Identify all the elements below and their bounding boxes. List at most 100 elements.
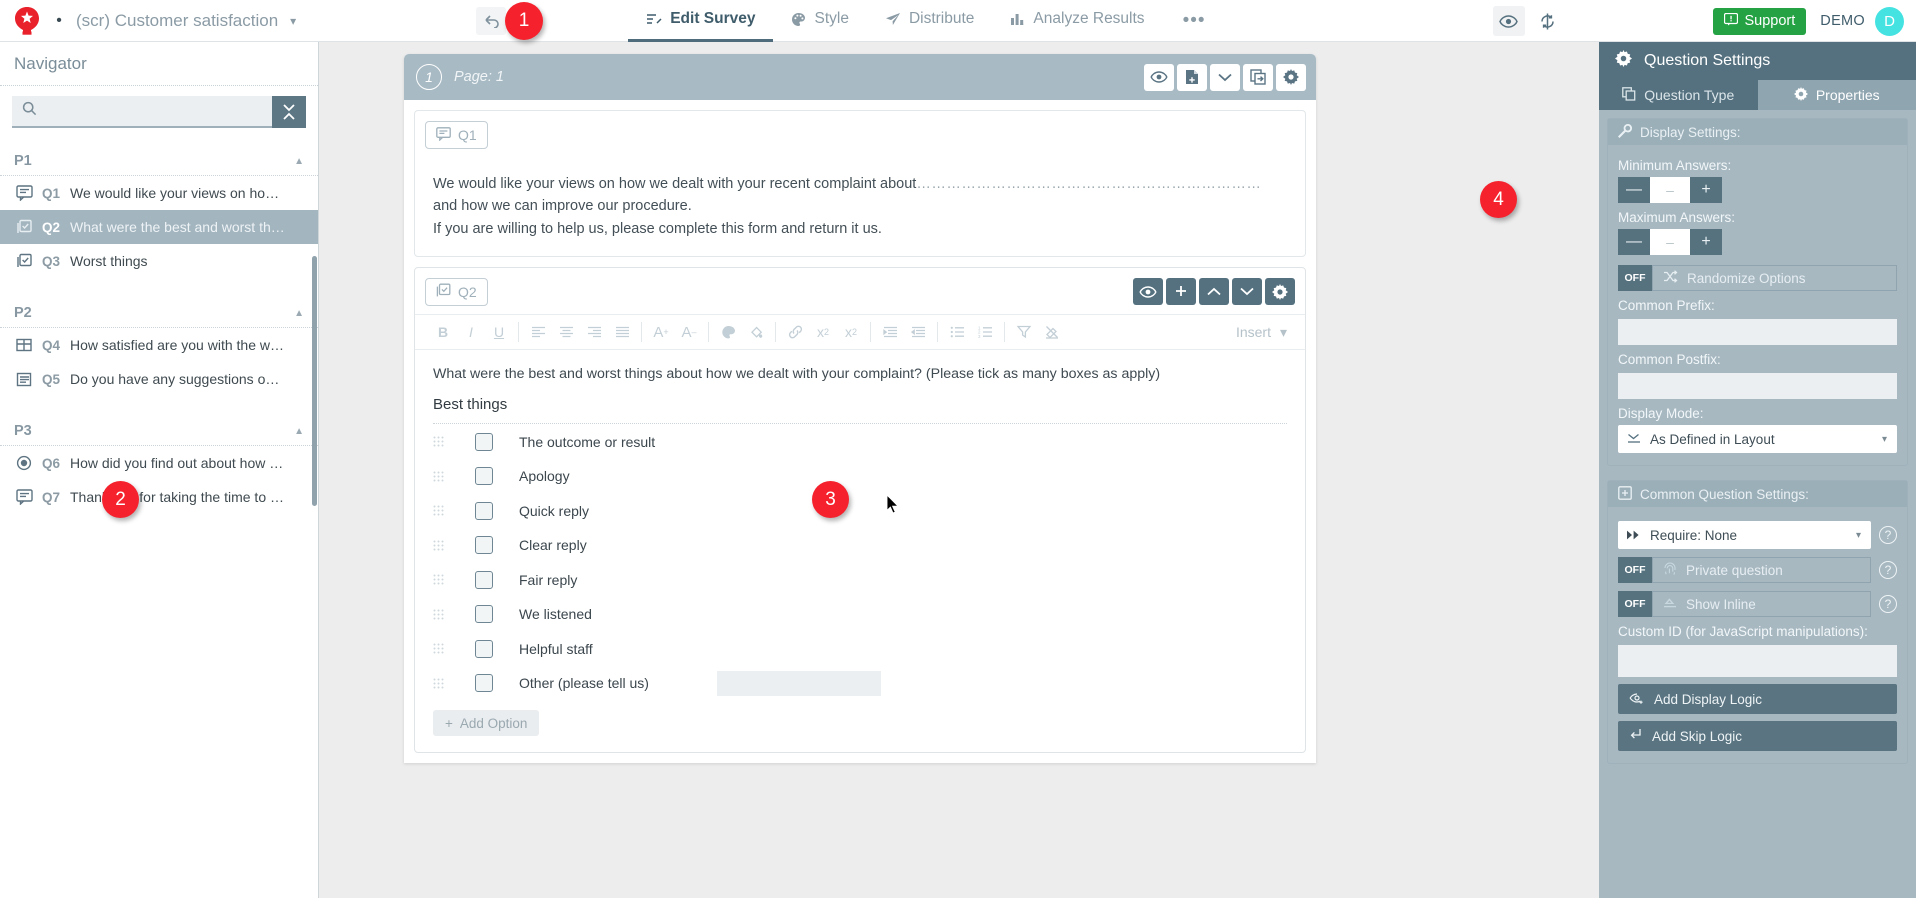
drag-handle-icon[interactable] (433, 505, 459, 516)
minimum-answers-increment-button[interactable]: + (1690, 177, 1722, 203)
numbered-list-icon[interactable]: 123 (971, 318, 999, 346)
align-center-icon[interactable] (552, 318, 580, 346)
tab-question-type[interactable]: Question Type (1599, 80, 1758, 110)
option-label[interactable]: We listened (519, 606, 592, 622)
collapse-all-icon[interactable] (272, 96, 306, 128)
tab-style[interactable]: Style (773, 0, 866, 42)
randomize-options-toggle[interactable]: OFF Randomize Options (1618, 265, 1897, 291)
drag-handle-icon[interactable] (433, 574, 459, 585)
option-checkbox[interactable] (475, 639, 493, 658)
show-inline-toggle[interactable]: OFF Show Inline (1618, 591, 1871, 617)
minimum-answers-decrement-button[interactable]: — (1618, 177, 1650, 203)
show-inline-state[interactable]: OFF (1618, 591, 1652, 617)
tab-edit-survey[interactable]: Edit Survey (628, 0, 774, 42)
option-checkbox[interactable] (475, 570, 493, 589)
page-group-header-p2[interactable]: P2 ▲ (0, 296, 318, 328)
support-button[interactable]: Support (1712, 7, 1807, 35)
option-row-other[interactable]: Other (please tell us) (415, 666, 1305, 701)
fill-color-icon[interactable] (742, 318, 770, 346)
sidebar-item-q4[interactable]: Q4 How satisfied are you with the way … (0, 328, 318, 362)
randomize-options-state[interactable]: OFF (1618, 265, 1652, 291)
page-chevron-down-icon[interactable] (1210, 63, 1240, 91)
option-row[interactable]: Clear reply (415, 528, 1305, 563)
italic-icon[interactable]: I (457, 318, 485, 346)
indent-increase-icon[interactable] (876, 318, 904, 346)
option-checkbox[interactable] (475, 432, 493, 451)
underline-icon[interactable]: U (485, 318, 513, 346)
q2-preview-eye-icon[interactable] (1133, 278, 1163, 306)
page-gear-icon[interactable] (1276, 63, 1306, 91)
more-options-icon[interactable]: ••• (1169, 10, 1220, 32)
show-inline-body[interactable]: Show Inline (1652, 591, 1871, 617)
sidebar-item-q2[interactable]: Q2 What were the best and worst thing… (0, 210, 318, 244)
option-label[interactable]: Clear reply (519, 537, 587, 553)
sidebar-item-q1[interactable]: Q1 We would like your views on how w… (0, 176, 318, 210)
option-checkbox[interactable] (475, 605, 493, 624)
tab-properties[interactable]: Properties (1757, 80, 1916, 110)
option-row[interactable]: Helpful staff (415, 631, 1305, 666)
bullet-list-icon[interactable] (943, 318, 971, 346)
drag-handle-icon[interactable] (433, 436, 459, 447)
maximum-answers-value[interactable]: – (1650, 229, 1690, 255)
option-row[interactable]: The outcome or result (415, 424, 1305, 459)
bold-icon[interactable]: B (429, 318, 457, 346)
align-justify-icon[interactable] (608, 318, 636, 346)
align-right-icon[interactable] (580, 318, 608, 346)
sidebar-item-q6[interactable]: Q6 How did you find out about how to … (0, 446, 318, 480)
drag-handle-icon[interactable] (433, 540, 459, 551)
maximum-answers-increment-button[interactable]: + (1690, 229, 1722, 255)
option-checkbox[interactable] (475, 674, 493, 693)
private-question-toggle[interactable]: OFF Private question (1618, 557, 1871, 583)
remove-format-icon[interactable] (1038, 318, 1066, 346)
option-label[interactable]: Apology (519, 468, 570, 484)
option-label[interactable]: Other (please tell us) (519, 675, 649, 691)
search-input[interactable] (45, 102, 272, 120)
page-group-header-p1[interactable]: P1 ▲ (0, 144, 318, 176)
font-decrease-icon[interactable]: A – (675, 318, 703, 346)
align-left-icon[interactable] (524, 318, 552, 346)
option-row[interactable]: Quick reply (415, 493, 1305, 528)
add-skip-logic-button[interactable]: Add Skip Logic (1618, 721, 1897, 751)
option-label[interactable]: Helpful staff (519, 641, 593, 657)
q1-badge[interactable]: Q1 (425, 121, 488, 149)
common-prefix-input[interactable] (1618, 319, 1897, 345)
avatar[interactable]: D (1875, 6, 1904, 36)
option-row[interactable]: We listened (415, 597, 1305, 632)
tab-analyze-results[interactable]: Analyze Results (992, 0, 1162, 42)
display-mode-select[interactable]: As Defined in Layout ▾ (1618, 425, 1897, 453)
clear-format-icon[interactable] (1010, 318, 1038, 346)
chevron-up-icon[interactable]: ▲ (294, 308, 304, 319)
subscript-icon[interactable]: x2 (809, 318, 837, 346)
custom-id-input[interactable] (1618, 645, 1897, 677)
insert-dropdown[interactable]: Insert ▾ (1236, 324, 1287, 341)
option-checkbox[interactable] (475, 467, 493, 486)
survey-title[interactable]: (scr) Customer satisfaction (76, 11, 278, 31)
q2-gear-icon[interactable] (1265, 278, 1295, 306)
sidebar-item-q7[interactable]: Q7 Thank you for taking the time to giv… (0, 480, 318, 514)
option-label[interactable]: Quick reply (519, 503, 589, 519)
require-help-icon[interactable]: ? (1879, 526, 1897, 544)
sidebar-item-q3[interactable]: Q3 Worst things (0, 244, 318, 278)
sidebar-scrollbar[interactable] (312, 256, 317, 506)
option-label[interactable]: The outcome or result (519, 434, 655, 450)
option-other-input[interactable] (716, 670, 881, 696)
tab-distribute[interactable]: Distribute (867, 0, 992, 42)
chevron-up-icon[interactable]: ▲ (294, 426, 304, 437)
option-checkbox[interactable] (475, 501, 493, 520)
maximum-answers-decrement-button[interactable]: — (1618, 229, 1650, 255)
option-label[interactable]: Fair reply (519, 572, 577, 588)
q2-subheading[interactable]: Best things (415, 382, 1305, 423)
common-postfix-input[interactable] (1618, 373, 1897, 399)
drag-handle-icon[interactable] (433, 609, 459, 620)
font-increase-icon[interactable]: A + (647, 318, 675, 346)
q2-badge[interactable]: Q2 (425, 278, 488, 307)
question-card-q2[interactable]: Q2 B I U A + A – x 2 x 2 1 2 3 Insert ▾ … (414, 267, 1306, 754)
page-preview-eye-icon[interactable] (1144, 63, 1174, 91)
duplicate-page-icon[interactable] (1243, 63, 1273, 91)
private-question-state[interactable]: OFF (1618, 557, 1652, 583)
require-select[interactable]: Require: None ▾ (1618, 521, 1871, 549)
indent-decrease-icon[interactable] (904, 318, 932, 346)
option-checkbox[interactable] (475, 536, 493, 555)
preview-eye-icon[interactable] (1492, 6, 1525, 36)
add-display-logic-button[interactable]: Add Display Logic (1618, 684, 1897, 714)
